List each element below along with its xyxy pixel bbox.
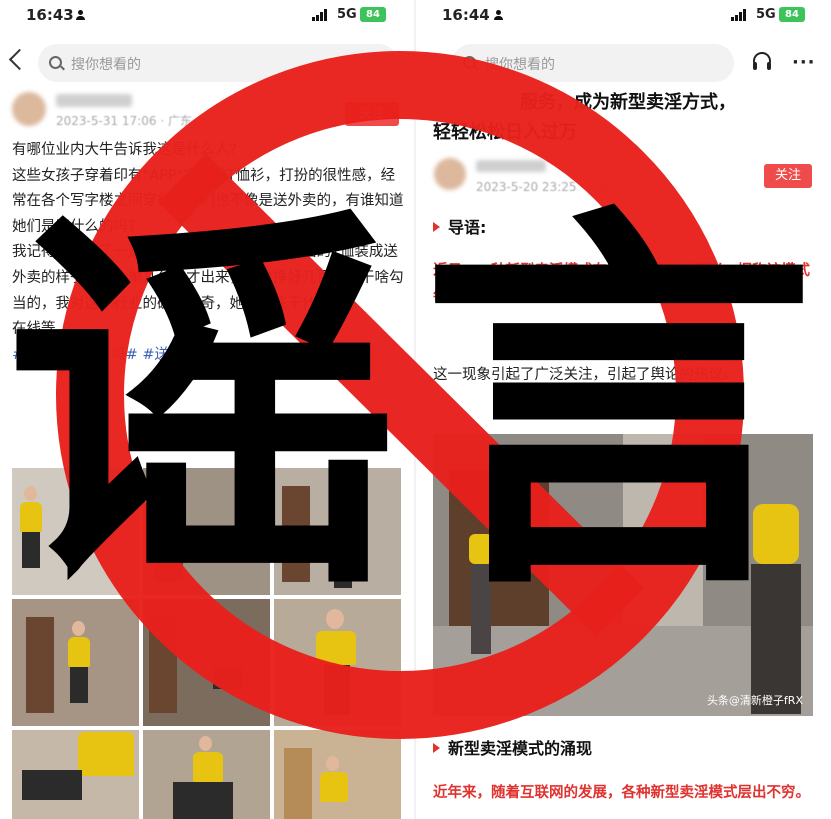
back-icon[interactable] <box>8 48 31 71</box>
network-label: 5G <box>756 7 776 22</box>
follow-button[interactable]: 关注 <box>345 102 399 126</box>
video-watermark: 头条@清新橙子fRX <box>706 694 803 707</box>
status-time: 16:43 <box>26 6 74 24</box>
post-meta: 2023-5-31 17:06 · 广东 <box>56 114 192 128</box>
author-name[interactable] <box>476 160 546 172</box>
status-bar: 16:43 5G 84 <box>0 0 415 30</box>
search-input[interactable]: 搜你想看的 <box>38 44 398 82</box>
signal-icon <box>312 9 330 21</box>
rumor-char: 谣 <box>4 177 400 638</box>
post-paragraph: 有哪位业内大牛告诉我这是什么人? <box>12 142 238 158</box>
network-label: 5G <box>337 7 357 22</box>
status-time: 16:44 <box>442 6 490 24</box>
signal-icon <box>731 9 749 21</box>
more-icon[interactable]: ··· <box>792 52 816 73</box>
photo-thumbnail[interactable] <box>12 730 139 819</box>
section-heading: 新型卖淫模式的涌现 <box>433 735 592 759</box>
photo-thumbnail[interactable] <box>143 730 270 819</box>
author-name[interactable] <box>56 94 132 107</box>
headphones-icon[interactable] <box>753 52 771 70</box>
search-placeholder: 搜你想看的 <box>485 57 555 73</box>
avatar[interactable] <box>12 92 46 126</box>
search-icon <box>49 56 62 69</box>
article-title-line: 轻轻松松日入过万 <box>433 122 577 143</box>
photo-thumbnail[interactable] <box>274 730 401 819</box>
search-icon <box>463 56 476 69</box>
status-bar: 16:44 5G 84 <box>416 0 831 30</box>
search-placeholder: 搜你想看的 <box>71 57 141 73</box>
person-icon <box>494 10 503 21</box>
rumor-char: 言 <box>420 177 816 638</box>
battery-icon: 84 <box>779 7 805 22</box>
section-highlight: 近年来，随着互联网的发展，各种新型卖淫模式层出不穷。 <box>433 785 810 801</box>
person-icon <box>76 10 85 21</box>
article-title-line: 服务，成为新型卖淫方式， <box>520 92 736 113</box>
battery-icon: 84 <box>360 7 386 22</box>
triangle-bullet-icon <box>433 743 440 753</box>
search-input[interactable]: 搜你想看的 <box>452 44 734 82</box>
